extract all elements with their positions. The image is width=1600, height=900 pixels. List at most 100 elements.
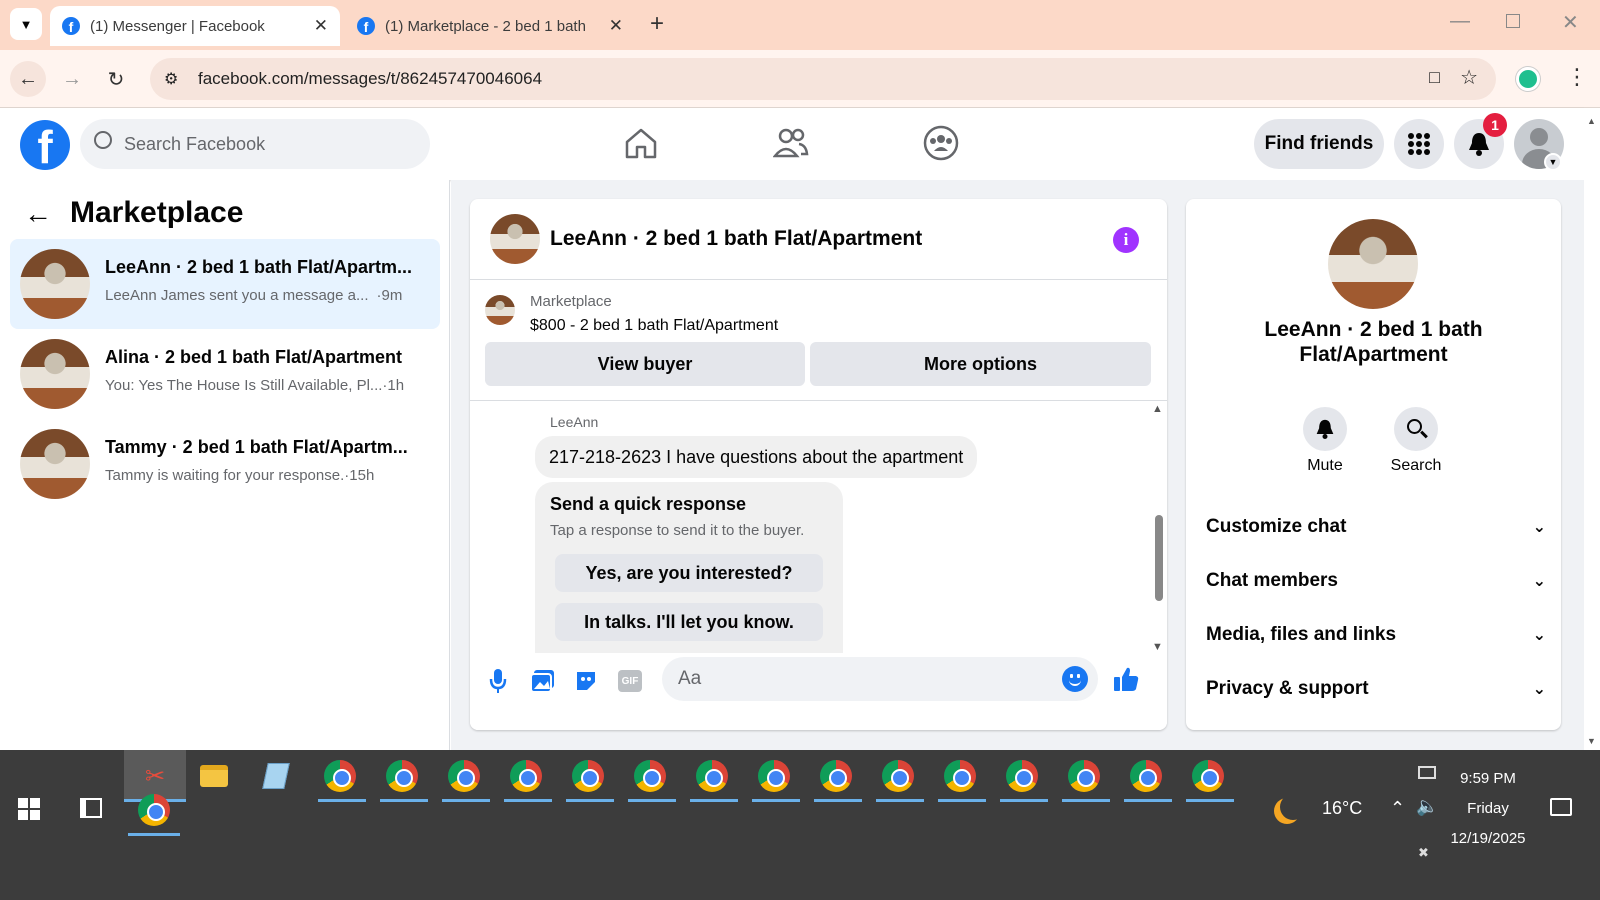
facebook-favicon-icon: f [62, 17, 80, 35]
browser-menu-icon[interactable]: ⋮ [1566, 64, 1588, 90]
gif-icon[interactable]: GIF [618, 670, 642, 692]
listing-thumbnail [20, 249, 90, 319]
browser-tab-messenger[interactable]: f (1) Messenger | Facebook ✕ [50, 6, 340, 46]
facebook-logo-icon[interactable]: f [20, 120, 70, 170]
divider [470, 279, 1167, 280]
emoji-icon[interactable] [1062, 666, 1088, 692]
tab-title: (1) Messenger | Facebook [90, 17, 265, 35]
weather-temperature[interactable]: 16°C [1322, 798, 1362, 819]
chrome-profile-icon[interactable] [1058, 750, 1110, 802]
windows-start-icon[interactable] [18, 798, 40, 820]
photo-icon[interactable] [530, 669, 556, 698]
customize-chat-section[interactable]: Customize chat ⌄ [1206, 507, 1546, 547]
reload-button[interactable]: ↻ [98, 61, 134, 97]
chrome-profile-icon[interactable] [500, 750, 552, 802]
close-tab-icon[interactable]: ✕ [609, 16, 623, 36]
new-tab-button[interactable]: + [650, 10, 664, 38]
install-app-icon[interactable]: □ [1429, 67, 1440, 88]
account-chevron-icon[interactable]: ▼ [1544, 153, 1562, 171]
facebook-favicon-icon: f [357, 17, 375, 35]
like-icon[interactable] [1112, 665, 1140, 698]
details-avatar[interactable] [1328, 219, 1418, 309]
site-info-icon[interactable]: ⚙ [164, 69, 178, 89]
close-window-button[interactable]: ✕ [1562, 10, 1579, 35]
quick-response-button[interactable]: Yes, are you interested? [555, 554, 823, 592]
conversation-item[interactable]: LeeAnn · 2 bed 1 bath Flat/Apartm... Lee… [10, 239, 440, 329]
chrome-profile-icon[interactable] [376, 750, 428, 802]
chrome-profile-icon[interactable] [1182, 750, 1234, 802]
media-files-links-section[interactable]: Media, files and links ⌄ [1206, 615, 1546, 655]
listing-thumbnail [20, 429, 90, 499]
view-buyer-button[interactable]: View buyer [485, 342, 805, 386]
browser-tab-marketplace[interactable]: f (1) Marketplace - 2 bed 1 bath ✕ [345, 6, 635, 46]
divider [470, 400, 1167, 401]
friends-nav-icon[interactable] [772, 126, 809, 165]
chrome-profile-icon[interactable] [810, 750, 862, 802]
tab-search-button[interactable]: ▼ [10, 8, 42, 40]
notepad-icon[interactable] [250, 750, 302, 802]
search-conversation-button[interactable] [1394, 407, 1438, 451]
volume-icon[interactable]: 🔈 [1416, 796, 1438, 817]
chrome-profile-icon[interactable] [872, 750, 924, 802]
menu-grid-button[interactable] [1394, 119, 1444, 169]
remote-desktop-icon[interactable] [1418, 766, 1436, 779]
groups-nav-icon[interactable] [922, 124, 960, 167]
conversation-preview: Tammy is waiting for your response. ·15h [105, 467, 375, 484]
notification-center-icon[interactable] [1550, 798, 1572, 816]
quick-response-button[interactable]: In talks. I'll let you know. [555, 603, 823, 641]
task-view-icon[interactable] [80, 798, 102, 818]
back-button[interactable]: ← [10, 61, 46, 97]
conversation-preview: LeeAnn James sent you a message a... ·9m [105, 287, 403, 304]
facebook-search-input[interactable]: Search Facebook [80, 119, 430, 169]
info-icon[interactable]: i [1113, 227, 1139, 253]
chrome-icon[interactable] [314, 750, 366, 802]
message-scrollbar[interactable]: ▲ ▼ [1150, 401, 1167, 653]
privacy-support-section[interactable]: Privacy & support ⌄ [1206, 669, 1546, 709]
mute-button[interactable] [1303, 407, 1347, 451]
conversation-item[interactable]: Tammy · 2 bed 1 bath Flat/Apartm... Tamm… [10, 419, 440, 509]
chat-header-avatar[interactable] [490, 214, 540, 264]
sticker-icon[interactable] [574, 669, 598, 698]
microphone-icon[interactable] [488, 667, 508, 700]
chrome-profile-icon[interactable] [438, 750, 490, 802]
bookmark-star-icon[interactable]: ☆ [1460, 65, 1478, 90]
chrome-running-icon[interactable] [128, 784, 180, 836]
search-label: Search [1390, 457, 1442, 474]
chrome-profile-icon[interactable] [686, 750, 738, 802]
file-explorer-icon[interactable] [188, 750, 240, 802]
close-tab-icon[interactable]: ✕ [314, 16, 328, 36]
chevron-down-icon: ▼ [19, 16, 33, 32]
back-arrow-icon[interactable]: ← [24, 198, 52, 230]
chrome-profile-icon[interactable] [996, 750, 1048, 802]
clock-day[interactable]: Friday [1450, 800, 1526, 817]
network-icon[interactable]: ✖ [1418, 845, 1429, 861]
minimize-button[interactable]: — [1450, 10, 1470, 33]
more-options-button[interactable]: More options [810, 342, 1151, 386]
bell-icon [1316, 419, 1334, 439]
message-bubble[interactable]: 217-218-2623 I have questions about the … [535, 436, 978, 478]
listing-thumbnail [485, 295, 515, 325]
browser-tab-strip: ▼ f (1) Messenger | Facebook ✕ f (1) Mar… [0, 0, 1600, 50]
profile-avatar-icon[interactable] [1516, 67, 1540, 91]
show-hidden-icons-icon[interactable]: ⌃ [1390, 798, 1405, 819]
chrome-profile-icon[interactable] [562, 750, 614, 802]
chrome-profile-icon[interactable] [624, 750, 676, 802]
find-friends-button[interactable]: Find friends [1254, 119, 1384, 169]
restore-button[interactable] [1506, 14, 1520, 28]
address-bar[interactable]: ⚙ facebook.com/messages/t/86245747004606… [150, 58, 1496, 100]
page-scrollbar[interactable]: ▲ ▼ [1584, 108, 1600, 750]
home-nav-icon[interactable] [623, 126, 659, 165]
chat-title[interactable]: LeeAnn · 2 bed 1 bath Flat/Apartment [550, 227, 922, 251]
clock-time[interactable]: 9:59 PM [1450, 770, 1526, 787]
conversation-name: Alina · 2 bed 1 bath Flat/Apartment [105, 347, 403, 367]
conversation-item[interactable]: Alina · 2 bed 1 bath Flat/Apartment You:… [10, 329, 440, 419]
chat-members-section[interactable]: Chat members ⌄ [1206, 561, 1546, 601]
chrome-profile-icon[interactable] [934, 750, 986, 802]
message-input[interactable]: Aa [662, 657, 1098, 701]
chrome-profile-icon[interactable] [1120, 750, 1172, 802]
forward-button[interactable]: → [54, 61, 90, 97]
listing-thumbnail [20, 339, 90, 409]
chrome-profile-icon[interactable] [748, 750, 800, 802]
clock-date[interactable]: 12/19/2025 [1440, 830, 1536, 847]
moon-weather-icon [1280, 794, 1306, 820]
